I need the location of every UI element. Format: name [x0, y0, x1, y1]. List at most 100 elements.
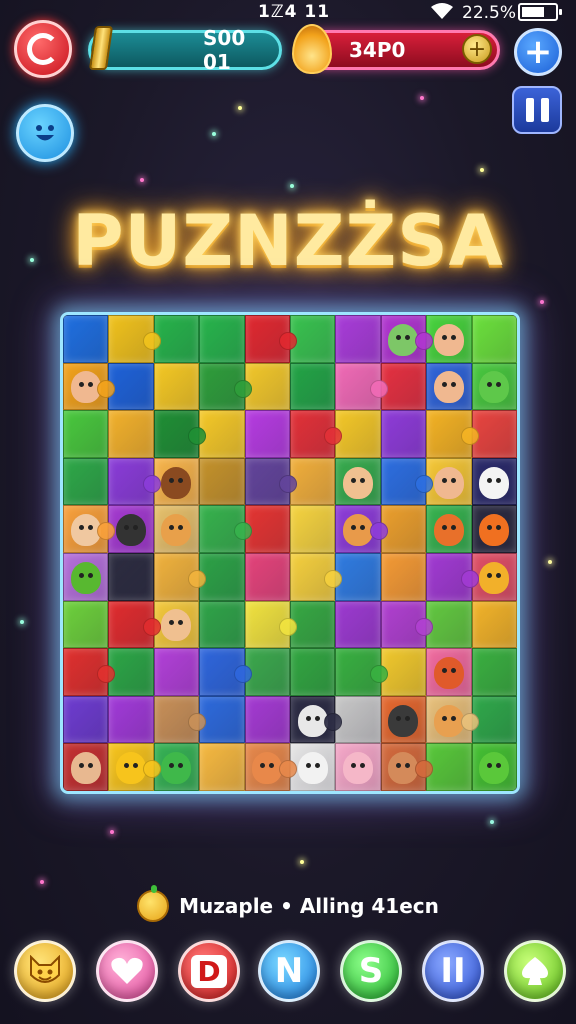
puzzle-piece[interactable]	[108, 743, 162, 791]
puzzle-piece[interactable]	[335, 648, 389, 696]
puzzle-piece[interactable]	[244, 457, 298, 506]
replay-button[interactable]	[14, 20, 72, 78]
character-face-icon	[433, 323, 464, 356]
puzzle-piece[interactable]	[380, 552, 427, 601]
cat-face-button[interactable]	[14, 940, 76, 1002]
puzzle-piece[interactable]	[63, 410, 109, 458]
puzzle-piece[interactable]	[335, 600, 381, 649]
s-button[interactable]: S	[340, 940, 402, 1002]
puzzle-piece[interactable]	[153, 505, 200, 553]
pause-button[interactable]	[512, 86, 562, 134]
puzzle-piece[interactable]	[335, 695, 381, 744]
puzzle-piece[interactable]	[380, 315, 434, 363]
puzzle-piece[interactable]	[199, 600, 245, 649]
puzzle-piece[interactable]	[63, 315, 109, 363]
puzzle-piece[interactable]	[426, 648, 472, 696]
puzzle-piece[interactable]	[244, 315, 298, 363]
puzzle-piece[interactable]	[290, 505, 336, 553]
puzzle-piece[interactable]	[244, 552, 290, 601]
puzzle-piece[interactable]	[290, 410, 343, 458]
puzzle-piece[interactable]	[290, 648, 336, 696]
puzzle-piece[interactable]	[426, 552, 480, 601]
puzzle-piece[interactable]	[426, 600, 472, 649]
add-coins-button[interactable]: +	[462, 34, 492, 64]
puzzle-piece[interactable]	[335, 362, 389, 411]
puzzle-piece[interactable]	[244, 695, 290, 744]
puzzle-piece[interactable]	[426, 743, 472, 791]
puzzle-piece[interactable]	[199, 695, 245, 744]
puzzle-piece[interactable]	[199, 362, 253, 411]
puzzle-piece[interactable]	[244, 743, 298, 791]
puzzle-piece[interactable]	[290, 552, 343, 601]
add-button[interactable]: +	[514, 28, 562, 76]
puzzle-piece[interactable]	[244, 600, 298, 649]
puzzle-piece[interactable]	[426, 457, 472, 506]
puzzle-piece[interactable]	[153, 695, 207, 744]
puzzle-piece[interactable]	[380, 600, 434, 649]
puzzle-piece[interactable]	[108, 410, 154, 458]
puzzle-piece[interactable]	[199, 648, 253, 696]
puzzle-piece[interactable]	[380, 410, 427, 458]
puzzle-piece[interactable]	[108, 362, 154, 411]
puzzle-piece[interactable]	[335, 552, 381, 601]
puzzle-piece[interactable]	[335, 410, 381, 458]
puzzle-piece[interactable]	[290, 695, 343, 744]
puzzle-piece[interactable]	[108, 695, 154, 744]
puzzle-piece[interactable]	[426, 362, 472, 411]
puzzle-piece[interactable]	[199, 743, 245, 791]
puzzle-piece[interactable]	[471, 648, 517, 696]
n-button[interactable]: N	[258, 940, 320, 1002]
puzzle-piece[interactable]	[108, 600, 162, 649]
puzzle-piece[interactable]	[108, 648, 154, 696]
puzzle-piece[interactable]	[199, 552, 245, 601]
puzzle-piece[interactable]	[244, 410, 290, 458]
puzzle-piece[interactable]	[199, 410, 245, 458]
puzzle-piece[interactable]	[63, 743, 109, 791]
heart-button[interactable]	[96, 940, 158, 1002]
puzzle-piece[interactable]	[108, 552, 154, 601]
puzzle-piece[interactable]	[153, 362, 200, 411]
puzzle-piece[interactable]	[380, 457, 434, 506]
puzzle-piece[interactable]	[335, 315, 381, 363]
puzzle-piece[interactable]	[471, 743, 517, 791]
puzzle-piece[interactable]	[471, 505, 517, 553]
puzzle-piece[interactable]	[426, 695, 480, 744]
puzzle-piece[interactable]	[426, 315, 472, 363]
puzzle-piece[interactable]	[63, 505, 116, 553]
puzzle-piece[interactable]	[335, 505, 389, 553]
character-face-icon	[70, 514, 101, 547]
puzzle-piece[interactable]	[108, 315, 162, 363]
puzzle-piece[interactable]	[380, 695, 427, 744]
puzzle-piece[interactable]	[426, 505, 472, 553]
puzzle-piece[interactable]	[153, 410, 207, 458]
puzzle-board[interactable]	[63, 315, 517, 791]
puzzle-piece[interactable]	[63, 552, 109, 601]
puzzle-piece[interactable]	[426, 410, 480, 458]
puzzle-piece[interactable]	[471, 362, 517, 411]
puzzle-piece[interactable]	[471, 457, 517, 506]
puzzle-piece[interactable]	[63, 695, 109, 744]
puzzle-piece[interactable]	[380, 743, 434, 791]
puzzle-piece[interactable]	[290, 362, 336, 411]
puzzle-piece[interactable]	[63, 457, 109, 506]
puzzle-piece[interactable]	[63, 648, 116, 696]
puzzle-piece[interactable]	[63, 362, 116, 411]
puzzle-piece[interactable]	[153, 648, 200, 696]
sparkle-decoration	[548, 560, 552, 564]
puzzle-piece[interactable]	[63, 600, 109, 649]
puzzle-piece[interactable]	[199, 505, 253, 553]
puzzle-piece[interactable]	[335, 743, 381, 791]
puzzle-piece[interactable]	[471, 315, 517, 363]
emoji-button[interactable]	[16, 104, 74, 162]
puzzle-piece[interactable]	[108, 457, 162, 506]
puzzle-piece[interactable]	[199, 457, 245, 506]
pause-dock-button[interactable]: II	[422, 940, 484, 1002]
character-face-icon	[116, 514, 147, 547]
spade-button[interactable]	[504, 940, 566, 1002]
puzzle-piece[interactable]	[108, 505, 154, 553]
d-button[interactable]: D	[178, 940, 240, 1002]
puzzle-piece[interactable]	[153, 552, 207, 601]
puzzle-piece[interactable]	[471, 600, 517, 649]
puzzle-piece[interactable]	[335, 457, 381, 506]
puzzle-piece[interactable]	[199, 315, 245, 363]
